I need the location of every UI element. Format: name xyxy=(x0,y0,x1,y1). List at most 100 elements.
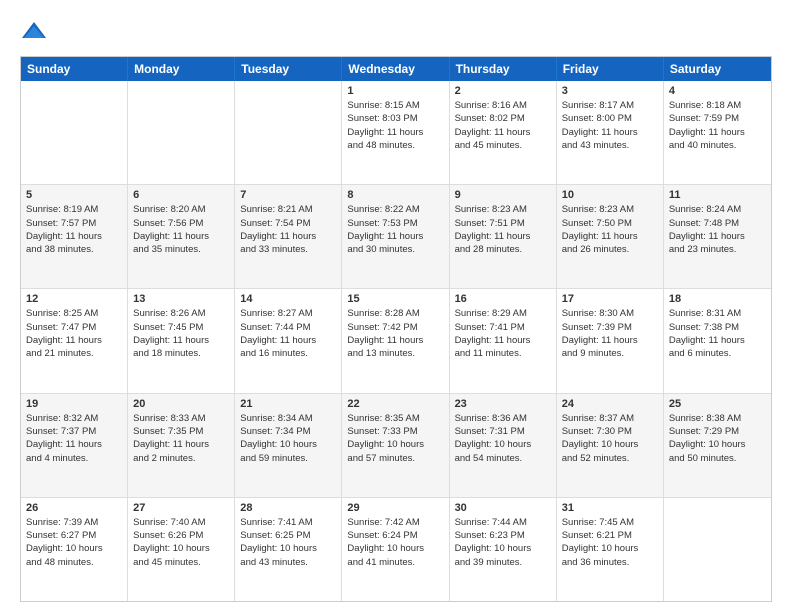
header-day-saturday: Saturday xyxy=(664,57,771,81)
day-cell-17: 17 Sunrise: 8:30 AM Sunset: 7:39 PM Dayli… xyxy=(557,289,664,392)
day-cell-8: 8Sunrise: 8:22 AM Sunset: 7:53 PM Daylig… xyxy=(342,185,449,288)
day-number: 22 xyxy=(347,398,443,410)
cell-info: Sunrise: 8:23 AM Sunset: 7:50 PM Dayligh… xyxy=(562,203,658,256)
day-cell-2: 2 Sunrise: 8:16 AM Sunset: 8:02 PM Daylig… xyxy=(450,81,557,184)
cell-info: Sunrise: 8:27 AM Sunset: 7:44 PM Dayligh… xyxy=(240,307,336,360)
day-cell-10: 10 Sunrise: 8:23 AM Sunset: 7:50 PM Dayli… xyxy=(557,185,664,288)
day-cell-4: 4 Sunrise: 8:18 AM Sunset: 7:59 PM Daylig… xyxy=(664,81,771,184)
cell-info: Sunrise: 8:37 AM Sunset: 7:30 PM Dayligh… xyxy=(562,412,658,465)
day-cell-20: 20 Sunrise: 8:33 AM Sunset: 7:35 PM Dayli… xyxy=(128,394,235,497)
header-day-monday: Monday xyxy=(128,57,235,81)
header-day-wednesday: Wednesday xyxy=(342,57,449,81)
day-number: 3 xyxy=(562,85,658,97)
day-number: 25 xyxy=(669,398,766,410)
cell-info: Sunrise: 8:20 AM Sunset: 7:56 PM Dayligh… xyxy=(133,203,229,256)
day-number: 10 xyxy=(562,189,658,201)
cell-info: Sunrise: 7:40 AM Sunset: 6:26 PM Dayligh… xyxy=(133,516,229,569)
day-cell-22: 22 Sunrise: 8:35 AM Sunset: 7:33 PM Dayli… xyxy=(342,394,449,497)
cell-info: Sunrise: 8:35 AM Sunset: 7:33 PM Dayligh… xyxy=(347,412,443,465)
day-cell-23: 23 Sunrise: 8:36 AM Sunset: 7:31 PM Dayli… xyxy=(450,394,557,497)
day-cell-5: 5 Sunrise: 8:19 AM Sunset: 7:57 PM Daylig… xyxy=(21,185,128,288)
day-number: 12 xyxy=(26,293,122,305)
day-number: 20 xyxy=(133,398,229,410)
cell-info: Sunrise: 8:29 AM Sunset: 7:41 PM Dayligh… xyxy=(455,307,551,360)
header-day-thursday: Thursday xyxy=(450,57,557,81)
day-number: 11 xyxy=(669,189,766,201)
cell-info: Sunrise: 8:32 AM Sunset: 7:37 PM Dayligh… xyxy=(26,412,122,465)
header-day-sunday: Sunday xyxy=(21,57,128,81)
header-day-tuesday: Tuesday xyxy=(235,57,342,81)
day-number: 18 xyxy=(669,293,766,305)
cell-info: Sunrise: 8:23 AM Sunset: 7:51 PM Dayligh… xyxy=(455,203,551,256)
day-number: 9 xyxy=(455,189,551,201)
calendar-row-1: 5 Sunrise: 8:19 AM Sunset: 7:57 PM Daylig… xyxy=(21,184,771,288)
day-number: 2 xyxy=(455,85,551,97)
cell-info: Sunrise: 8:22 AM Sunset: 7:53 PM Dayligh… xyxy=(347,203,443,256)
day-cell-14: 14Sunrise: 8:27 AM Sunset: 7:44 PM Dayli… xyxy=(235,289,342,392)
day-number: 1 xyxy=(347,85,443,97)
cell-info: Sunrise: 8:17 AM Sunset: 8:00 PM Dayligh… xyxy=(562,99,658,152)
day-cell-15: 15Sunrise: 8:28 AM Sunset: 7:42 PM Dayli… xyxy=(342,289,449,392)
cell-info: Sunrise: 8:15 AM Sunset: 8:03 PM Dayligh… xyxy=(347,99,443,152)
day-number: 7 xyxy=(240,189,336,201)
day-cell-7: 7 Sunrise: 8:21 AM Sunset: 7:54 PM Daylig… xyxy=(235,185,342,288)
day-number: 29 xyxy=(347,502,443,514)
day-cell-1: 1 Sunrise: 8:15 AM Sunset: 8:03 PM Daylig… xyxy=(342,81,449,184)
day-cell-21: 21 Sunrise: 8:34 AM Sunset: 7:34 PM Dayli… xyxy=(235,394,342,497)
day-number: 27 xyxy=(133,502,229,514)
day-cell-26: 26 Sunrise: 7:39 AM Sunset: 6:27 PM Dayli… xyxy=(21,498,128,601)
cell-info: Sunrise: 8:18 AM Sunset: 7:59 PM Dayligh… xyxy=(669,99,766,152)
day-cell-31: 31Sunrise: 7:45 AM Sunset: 6:21 PM Dayli… xyxy=(557,498,664,601)
day-cell-12: 12Sunrise: 8:25 AM Sunset: 7:47 PM Dayli… xyxy=(21,289,128,392)
cell-info: Sunrise: 8:33 AM Sunset: 7:35 PM Dayligh… xyxy=(133,412,229,465)
day-cell-24: 24 Sunrise: 8:37 AM Sunset: 7:30 PM Dayli… xyxy=(557,394,664,497)
day-number: 4 xyxy=(669,85,766,97)
day-number: 17 xyxy=(562,293,658,305)
day-cell-11: 11 Sunrise: 8:24 AM Sunset: 7:48 PM Dayli… xyxy=(664,185,771,288)
day-number: 6 xyxy=(133,189,229,201)
day-number: 23 xyxy=(455,398,551,410)
calendar: SundayMondayTuesdayWednesdayThursdayFrid… xyxy=(20,56,772,602)
cell-info: Sunrise: 8:28 AM Sunset: 7:42 PM Dayligh… xyxy=(347,307,443,360)
day-number: 31 xyxy=(562,502,658,514)
day-cell-16: 16Sunrise: 8:29 AM Sunset: 7:41 PM Dayli… xyxy=(450,289,557,392)
day-number: 21 xyxy=(240,398,336,410)
day-cell-25: 25 Sunrise: 8:38 AM Sunset: 7:29 PM Dayli… xyxy=(664,394,771,497)
cell-info: Sunrise: 7:42 AM Sunset: 6:24 PM Dayligh… xyxy=(347,516,443,569)
cell-info: Sunrise: 8:16 AM Sunset: 8:02 PM Dayligh… xyxy=(455,99,551,152)
cell-info: Sunrise: 8:36 AM Sunset: 7:31 PM Dayligh… xyxy=(455,412,551,465)
cell-info: Sunrise: 8:38 AM Sunset: 7:29 PM Dayligh… xyxy=(669,412,766,465)
day-cell-13: 13Sunrise: 8:26 AM Sunset: 7:45 PM Dayli… xyxy=(128,289,235,392)
day-number: 26 xyxy=(26,502,122,514)
calendar-row-4: 26 Sunrise: 7:39 AM Sunset: 6:27 PM Dayli… xyxy=(21,497,771,601)
cell-info: Sunrise: 8:30 AM Sunset: 7:39 PM Dayligh… xyxy=(562,307,658,360)
day-cell-6: 6 Sunrise: 8:20 AM Sunset: 7:56 PM Daylig… xyxy=(128,185,235,288)
day-cell-28: 28 Sunrise: 7:41 AM Sunset: 6:25 PM Dayli… xyxy=(235,498,342,601)
cell-info: Sunrise: 8:34 AM Sunset: 7:34 PM Dayligh… xyxy=(240,412,336,465)
calendar-row-0: 1 Sunrise: 8:15 AM Sunset: 8:03 PM Daylig… xyxy=(21,81,771,184)
day-cell-18: 18 Sunrise: 8:31 AM Sunset: 7:38 PM Dayli… xyxy=(664,289,771,392)
day-number: 5 xyxy=(26,189,122,201)
calendar-header: SundayMondayTuesdayWednesdayThursdayFrid… xyxy=(21,57,771,81)
empty-cell-0-1 xyxy=(128,81,235,184)
day-number: 28 xyxy=(240,502,336,514)
header xyxy=(20,18,772,46)
cell-info: Sunrise: 7:39 AM Sunset: 6:27 PM Dayligh… xyxy=(26,516,122,569)
cell-info: Sunrise: 8:21 AM Sunset: 7:54 PM Dayligh… xyxy=(240,203,336,256)
day-cell-3: 3 Sunrise: 8:17 AM Sunset: 8:00 PM Daylig… xyxy=(557,81,664,184)
day-number: 30 xyxy=(455,502,551,514)
cell-info: Sunrise: 7:41 AM Sunset: 6:25 PM Dayligh… xyxy=(240,516,336,569)
day-number: 19 xyxy=(26,398,122,410)
calendar-row-2: 12Sunrise: 8:25 AM Sunset: 7:47 PM Dayli… xyxy=(21,288,771,392)
logo-icon xyxy=(20,18,48,46)
day-number: 13 xyxy=(133,293,229,305)
empty-cell-0-2 xyxy=(235,81,342,184)
cell-info: Sunrise: 8:24 AM Sunset: 7:48 PM Dayligh… xyxy=(669,203,766,256)
page: SundayMondayTuesdayWednesdayThursdayFrid… xyxy=(0,0,792,612)
cell-info: Sunrise: 8:19 AM Sunset: 7:57 PM Dayligh… xyxy=(26,203,122,256)
day-number: 24 xyxy=(562,398,658,410)
day-cell-9: 9 Sunrise: 8:23 AM Sunset: 7:51 PM Daylig… xyxy=(450,185,557,288)
cell-info: Sunrise: 8:31 AM Sunset: 7:38 PM Dayligh… xyxy=(669,307,766,360)
day-cell-19: 19 Sunrise: 8:32 AM Sunset: 7:37 PM Dayli… xyxy=(21,394,128,497)
day-cell-27: 27 Sunrise: 7:40 AM Sunset: 6:26 PM Dayli… xyxy=(128,498,235,601)
